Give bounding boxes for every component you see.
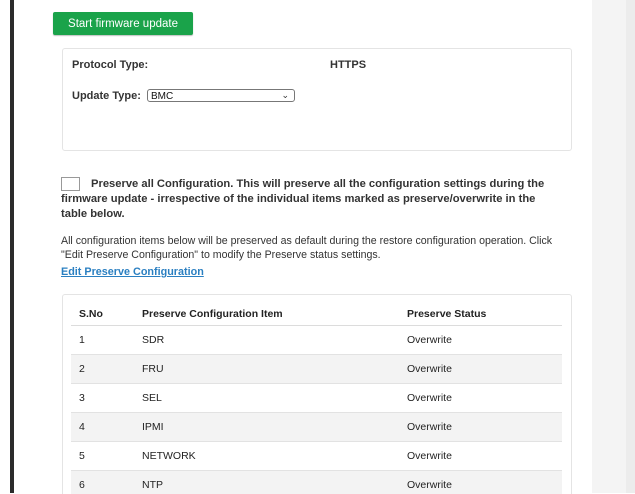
preserve-all-checkbox[interactable] (61, 177, 80, 191)
edit-preserve-config-link[interactable]: Edit Preserve Configuration (61, 266, 204, 278)
cell-status: Overwrite (407, 384, 562, 413)
table-row: 3 SEL Overwrite (71, 384, 562, 413)
cell-item: FRU (142, 355, 407, 384)
table-row: 1 SDR Overwrite (71, 326, 562, 355)
header-item: Preserve Configuration Item (142, 303, 407, 326)
preserve-info-text: All configuration items below will be pr… (61, 234, 561, 262)
cell-status: Overwrite (407, 442, 562, 471)
cell-sno: 1 (71, 326, 142, 355)
chevron-down-icon: ⌄ (281, 89, 289, 102)
cell-sno: 5 (71, 442, 142, 471)
protocol-panel: Protocol Type: HTTPS Update Type: BMC ⌄ (62, 48, 572, 151)
cell-sno: 6 (71, 471, 142, 494)
cell-sno: 3 (71, 384, 142, 413)
table-row: 6 NTP Overwrite (71, 471, 562, 494)
preserve-config-table: S.No Preserve Configuration Item Preserv… (71, 303, 562, 494)
left-border (10, 0, 14, 493)
table-header-row: S.No Preserve Configuration Item Preserv… (71, 303, 562, 326)
right-scroll-edge (626, 0, 635, 493)
cell-item: NTP (142, 471, 407, 494)
cell-status: Overwrite (407, 471, 562, 494)
cell-item: IPMI (142, 413, 407, 442)
cell-sno: 2 (71, 355, 142, 384)
cell-item: SEL (142, 384, 407, 413)
update-type-label: Update Type: (72, 90, 141, 102)
update-type-select[interactable]: BMC ⌄ (147, 89, 295, 102)
cell-item: SDR (142, 326, 407, 355)
protocol-type-label: Protocol Type: (72, 59, 148, 71)
cell-status: Overwrite (407, 326, 562, 355)
cell-item: NETWORK (142, 442, 407, 471)
preserve-all-text: Preserve all Configuration. This will pr… (61, 177, 561, 222)
header-status: Preserve Status (407, 303, 562, 326)
header-sno: S.No (71, 303, 142, 326)
start-firmware-update-button[interactable]: Start firmware update (53, 12, 193, 35)
cell-sno: 4 (71, 413, 142, 442)
table-row: 4 IPMI Overwrite (71, 413, 562, 442)
update-type-value: BMC (151, 91, 173, 102)
cell-status: Overwrite (407, 413, 562, 442)
protocol-type-value: HTTPS (330, 59, 366, 71)
cell-status: Overwrite (407, 355, 562, 384)
preserve-table-panel: S.No Preserve Configuration Item Preserv… (62, 294, 572, 494)
table-row: 2 FRU Overwrite (71, 355, 562, 384)
table-row: 5 NETWORK Overwrite (71, 442, 562, 471)
